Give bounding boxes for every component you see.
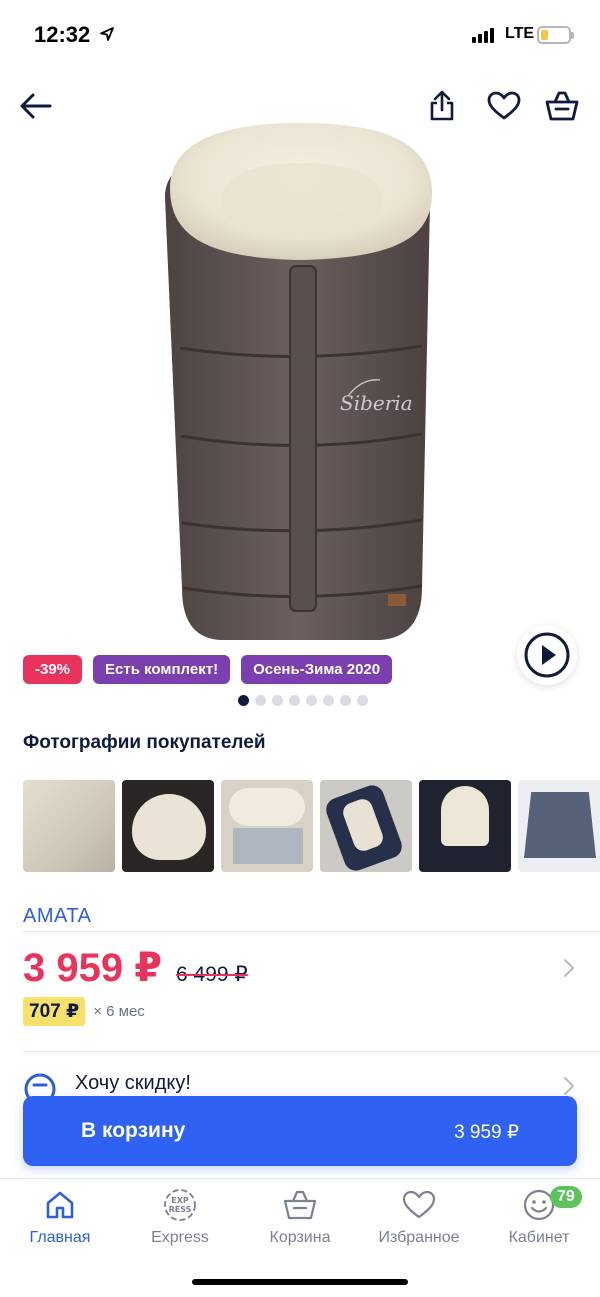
add-to-cart-price: 3 959 ₽	[454, 1122, 519, 1143]
play-icon	[524, 632, 570, 678]
customer-photo[interactable]	[221, 780, 313, 872]
home-indicator	[192, 1279, 408, 1285]
installment-amount: 707 ₽	[23, 997, 86, 1026]
customer-photos-title: Фотографии покупателей	[23, 732, 266, 753]
old-price: 6 499 ₽	[176, 963, 248, 986]
want-discount-row[interactable]: Хочу скидку!	[23, 1068, 583, 1098]
express-icon: EXP RESS	[164, 1189, 196, 1221]
season-badge[interactable]: Осень-Зима 2020	[241, 655, 393, 684]
gallery-dot[interactable]	[323, 695, 334, 706]
tab-account[interactable]: Кабинет 79	[479, 1186, 599, 1257]
cart-button[interactable]	[540, 84, 584, 128]
kit-badge[interactable]: Есть комплект!	[93, 655, 231, 684]
svg-text:EXP: EXP	[171, 1196, 189, 1205]
gallery-dot[interactable]	[255, 695, 266, 706]
customer-photo[interactable]	[320, 780, 412, 872]
back-button[interactable]	[14, 84, 58, 128]
gallery-dot[interactable]	[340, 695, 351, 706]
add-to-cart-label: В корзину	[81, 1119, 186, 1142]
gallery-dot[interactable]	[357, 695, 368, 706]
notification-badge: 79	[550, 1186, 582, 1208]
installment-info: 707 ₽ × 6 мес	[23, 997, 145, 1026]
tab-label: Избранное	[378, 1229, 460, 1246]
customer-photo[interactable]	[122, 780, 214, 872]
installment-term: × 6 мес	[93, 1003, 145, 1020]
chevron-right-icon	[564, 1077, 574, 1095]
svg-text:RESS: RESS	[169, 1205, 192, 1214]
customer-photos-carousel[interactable]	[23, 780, 600, 872]
status-time: 12:32	[34, 22, 91, 47]
heart-icon	[402, 1190, 436, 1219]
product-badges: -39% Есть комплект! Осень-Зима 2020	[23, 655, 393, 684]
tab-label: Express	[151, 1229, 209, 1246]
tab-home[interactable]: Главная	[0, 1187, 120, 1257]
heart-icon	[487, 91, 521, 120]
product-image[interactable]: Siberia	[150, 118, 450, 648]
gallery-dot[interactable]	[272, 695, 283, 706]
signal-icon	[472, 28, 494, 43]
svg-text:Siberia: Siberia	[340, 391, 413, 415]
favorite-button[interactable]	[482, 84, 526, 128]
basket-icon	[545, 91, 579, 121]
current-price: 3 959 ₽	[23, 946, 163, 990]
play-video-button[interactable]	[517, 625, 577, 685]
battery-icon	[537, 26, 574, 44]
customer-photo[interactable]	[419, 780, 511, 872]
sleeping-bag-image: Siberia	[165, 123, 432, 640]
tab-favorites[interactable]: Избранное	[359, 1187, 479, 1257]
want-discount-label: Хочу скидку!	[75, 1072, 191, 1094]
gallery-pagination	[238, 695, 368, 706]
divider	[23, 931, 600, 932]
status-bar: 12:32 LTE	[0, 0, 600, 70]
location-arrow-icon	[100, 27, 114, 41]
basket-icon	[283, 1190, 317, 1220]
gallery-dot[interactable]	[289, 695, 300, 706]
add-to-cart-button[interactable]: В корзину 3 959 ₽	[23, 1096, 577, 1166]
price-block[interactable]: 3 959 ₽ 6 499 ₽	[23, 945, 248, 991]
brand-link[interactable]: AMATA	[23, 905, 91, 928]
tab-cart[interactable]: Корзина	[240, 1187, 360, 1257]
tab-label: Кабинет	[508, 1229, 570, 1246]
discount-badge: -39%	[23, 655, 83, 684]
chevron-right-icon[interactable]	[563, 958, 575, 978]
gallery-dot[interactable]	[238, 695, 249, 706]
network-type: LTE	[505, 25, 535, 42]
gallery-dot[interactable]	[306, 695, 317, 706]
tab-label: Корзина	[269, 1229, 331, 1246]
arrow-left-icon	[20, 93, 52, 119]
tab-label: Главная	[29, 1229, 91, 1246]
discount-icon	[24, 1073, 56, 1098]
customer-photo[interactable]	[23, 780, 115, 872]
tab-express[interactable]: EXP RESS Express	[120, 1187, 240, 1257]
customer-photo[interactable]	[518, 780, 600, 872]
divider	[23, 1051, 600, 1052]
home-icon	[46, 1191, 74, 1219]
